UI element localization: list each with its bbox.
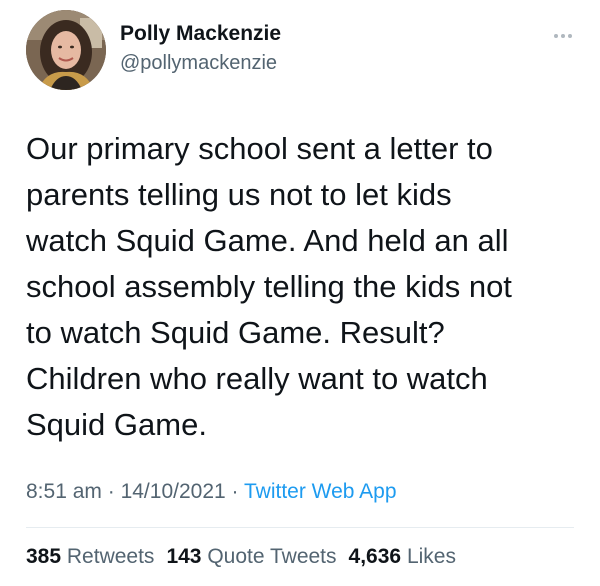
retweets-stat[interactable]: 385 Retweets xyxy=(26,545,154,569)
tweet-time[interactable]: 8:51 am xyxy=(26,480,102,503)
retweets-label: Retweets xyxy=(66,545,155,568)
retweets-count: 385 xyxy=(26,545,62,568)
quote-tweets-stat[interactable]: 143 Quote Tweets xyxy=(166,545,336,569)
meta-separator: · xyxy=(107,480,115,503)
quote-tweets-label: Quote Tweets xyxy=(207,545,337,568)
meta-separator: · xyxy=(231,480,239,503)
likes-stat[interactable]: 4,636 Likes xyxy=(349,545,456,569)
quote-tweets-count: 143 xyxy=(166,545,202,568)
tweet-source-link[interactable]: Twitter Web App xyxy=(244,480,397,503)
likes-label: Likes xyxy=(406,545,456,568)
more-dot xyxy=(568,34,572,38)
tweet-card: Polly Mackenzie @pollymackenzie Our prim… xyxy=(0,0,600,586)
likes-count: 4,636 xyxy=(348,545,402,568)
author-name[interactable]: Polly Mackenzie xyxy=(120,22,281,46)
author-handle[interactable]: @pollymackenzie xyxy=(120,52,277,75)
avatar[interactable] xyxy=(26,10,106,90)
tweet-date[interactable]: 14/10/2021 xyxy=(121,480,226,503)
more-dot xyxy=(561,34,565,38)
profile-photo xyxy=(26,10,106,90)
more-dots-icon[interactable] xyxy=(548,26,578,46)
more-dot xyxy=(554,34,558,38)
divider xyxy=(26,527,574,528)
tweet-stats: 385 Retweets 143 Quote Tweets 4,636 Like… xyxy=(26,545,456,569)
tweet-meta: 8:51 am · 14/10/2021 · Twitter Web App xyxy=(26,480,397,504)
tweet-text: Our primary school sent a letter to pare… xyxy=(26,131,512,442)
